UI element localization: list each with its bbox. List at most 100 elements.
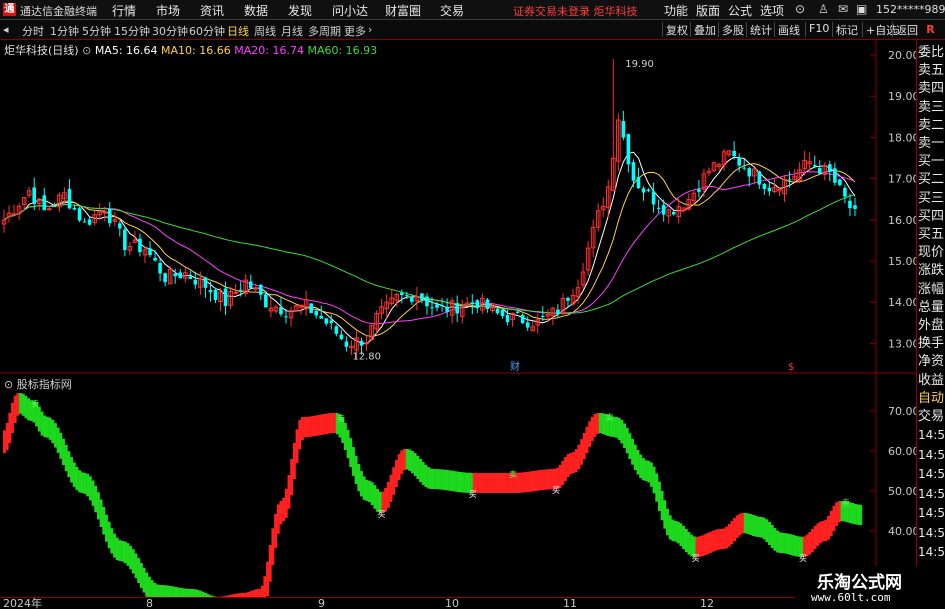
menu-news[interactable]: 资讯: [200, 2, 224, 19]
sidebar-item-15[interactable]: 外盘: [918, 317, 945, 335]
sidebar-item-17[interactable]: 净资: [918, 353, 945, 371]
stats-button[interactable]: 统计: [746, 22, 772, 37]
indicator-settings-icon[interactable]: ⊙: [4, 378, 13, 391]
period-60min[interactable]: 60分钟: [189, 23, 225, 39]
settings-icon[interactable]: ⊙: [82, 44, 91, 57]
indicator-bar: [351, 447, 355, 476]
sidebar-item-3[interactable]: 卖三: [918, 99, 945, 117]
indicator-bar: [464, 472, 468, 493]
indicator-bar: [531, 471, 535, 492]
mark-button[interactable]: 标记: [832, 22, 858, 37]
sidebar-item-19[interactable]: 自动: [918, 390, 945, 408]
sidebar-item-5[interactable]: 卖一: [918, 135, 945, 153]
indicator-bar: [582, 433, 586, 460]
sidebar-item-11[interactable]: 现价: [918, 244, 945, 262]
skin-icon[interactable]: ▣: [856, 2, 867, 16]
menu-ask[interactable]: 问小达: [332, 2, 368, 19]
indicator-bar: [537, 470, 541, 491]
sidebar-item-1[interactable]: 卖五: [918, 62, 945, 80]
period-1min[interactable]: 1分钟: [50, 23, 79, 39]
menu-function[interactable]: 功能: [664, 2, 688, 19]
app-name: 通达信金融终端: [20, 5, 97, 18]
indicator-bar: [558, 465, 562, 488]
indicator-bar: [561, 461, 565, 485]
sidebar-item-10[interactable]: 买五: [918, 226, 945, 244]
period-5min[interactable]: 5分钟: [82, 23, 111, 39]
multi-stock-button[interactable]: 多股: [718, 22, 744, 37]
indicator-bar: [292, 442, 296, 479]
menu-market[interactable]: 市场: [156, 2, 180, 19]
signal-mark: 卖: [31, 400, 39, 409]
indicator-bar: [674, 521, 677, 542]
period-15min[interactable]: 15分钟: [114, 23, 150, 39]
watermark: 乐淘公式网 www.60lt.com: [795, 566, 945, 609]
sidebar-item-7[interactable]: 买二: [918, 171, 945, 189]
help-icon[interactable]: ⊙: [795, 2, 805, 16]
period-weekly[interactable]: 周线: [254, 23, 276, 39]
menu-data[interactable]: 数据: [244, 2, 268, 19]
sidebar-item-16[interactable]: 换手: [918, 335, 945, 353]
indicator-bar: [765, 519, 769, 542]
indicator-bar: [188, 588, 192, 597]
period-multi[interactable]: 多周期: [308, 23, 341, 39]
period-more[interactable]: 更多: [344, 23, 366, 39]
draw-line-button[interactable]: 画线: [774, 22, 800, 37]
trade-status-text[interactable]: 证券交易未登录 炬华科技: [513, 3, 638, 19]
menu-formula[interactable]: 公式: [728, 2, 752, 19]
adjust-button[interactable]: 复权: [662, 22, 688, 37]
candle-body: [309, 303, 313, 313]
indicator-bar: [751, 515, 755, 536]
period-intraday[interactable]: 分时: [22, 23, 44, 39]
account-id[interactable]: 152*****9892: [876, 3, 945, 16]
indicator-bar: [394, 460, 398, 488]
candle-body: [520, 314, 525, 324]
nav-back-icon[interactable]: ◂: [3, 23, 9, 36]
sidebar-item-14[interactable]: 总量: [918, 299, 945, 317]
indicator-bar: [647, 461, 651, 483]
indicator-bar: [789, 534, 793, 555]
period-daily[interactable]: 日线: [227, 23, 249, 39]
menu-layout[interactable]: 版面: [696, 2, 720, 19]
sidebar-item-6[interactable]: 买一: [918, 153, 945, 171]
indicator-bar: [663, 500, 667, 529]
indicator-bar: [808, 532, 812, 555]
menu-wealth[interactable]: 财富圈: [385, 2, 421, 19]
f10-button[interactable]: F10: [805, 22, 829, 37]
sidebar-item-18[interactable]: 收益: [918, 372, 945, 390]
stock-title[interactable]: 炬华科技(日线): [4, 44, 79, 57]
menu-quotes[interactable]: 行情: [112, 2, 136, 19]
menu-discover[interactable]: 发现: [288, 2, 312, 19]
indicator-bar: [40, 411, 44, 436]
period-30min[interactable]: 30分钟: [152, 23, 188, 39]
chart-canvas[interactable]: 卖买买卖买买卖买卖买买卖 20.0019.0018.0017.0016.0015…: [0, 40, 916, 597]
indicator-bar: [615, 417, 618, 438]
sidebar-item-9[interactable]: 买四: [918, 208, 945, 226]
indicator-title[interactable]: 股标指标网: [17, 378, 72, 391]
period-monthly[interactable]: 月线: [281, 23, 303, 39]
sidebar-item-12[interactable]: 涨跌: [918, 262, 945, 280]
indicator-bar: [832, 506, 836, 531]
indicator-bar: [813, 525, 817, 549]
user-icon[interactable]: ♙: [818, 2, 829, 16]
sidebar-item-4[interactable]: 卖二: [918, 117, 945, 135]
sidebar-item-20[interactable]: 交易: [918, 408, 945, 426]
message-icon[interactable]: ✉: [838, 2, 848, 16]
sidebar-item-13[interactable]: 涨幅: [918, 281, 945, 299]
candle-body: [102, 211, 108, 214]
indicator-bar: [402, 449, 406, 471]
indicator-bar: [54, 423, 57, 448]
sidebar-item-0[interactable]: 委比: [918, 44, 945, 62]
indicator-bar: [448, 470, 452, 491]
indicator-bar: [268, 545, 272, 582]
return-button[interactable]: 返回: [892, 22, 918, 37]
sidebar-item-2[interactable]: 卖四: [918, 80, 945, 98]
chevron-right-icon[interactable]: ›: [368, 23, 372, 36]
overlay-button[interactable]: 叠加: [690, 22, 716, 37]
menu-trade[interactable]: 交易: [440, 2, 464, 19]
sidebar-item-8[interactable]: 买三: [918, 190, 945, 208]
menu-options[interactable]: 选项: [760, 2, 784, 19]
indicator-bar: [641, 458, 645, 481]
indicator-bar: [853, 503, 857, 525]
indicator-bar: [743, 513, 747, 534]
indicator-bar: [397, 454, 401, 480]
